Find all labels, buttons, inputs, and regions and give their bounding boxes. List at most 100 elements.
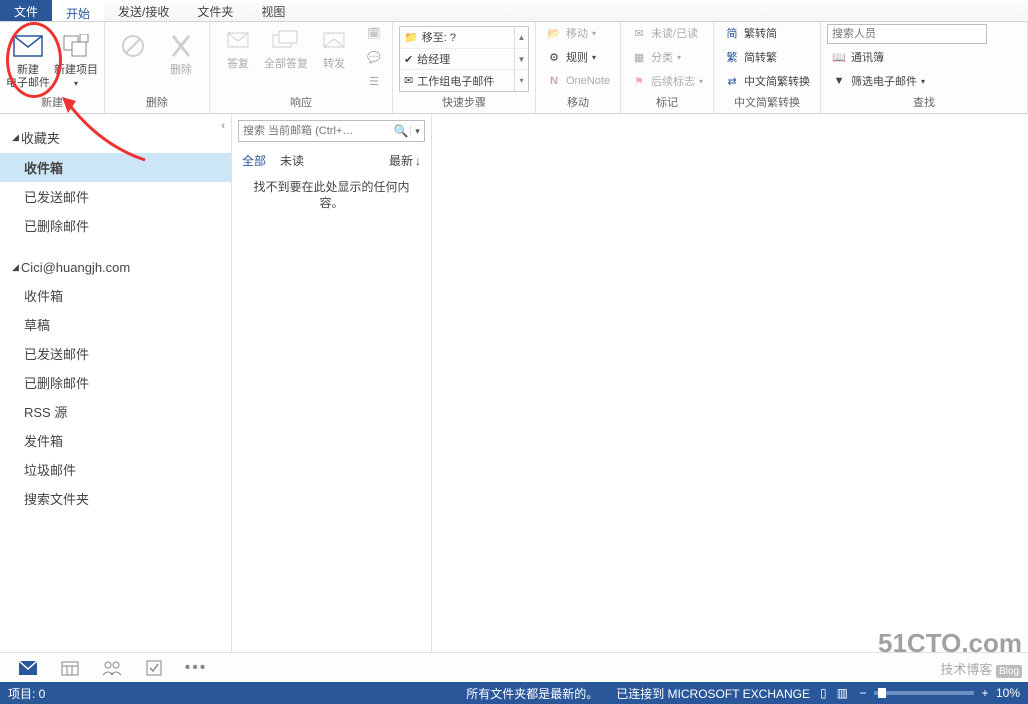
ribbon: 新建 电子邮件 新建项目▾ 新建 删除 xyxy=(0,22,1028,114)
reading-pane xyxy=(432,114,1028,652)
qs-move-to[interactable]: 📁移至: ? xyxy=(400,27,514,49)
more-respond-button[interactable]: ☰ xyxy=(362,70,386,92)
onenote-button[interactable]: NOneNote xyxy=(542,70,614,92)
more-icon: ☰ xyxy=(366,73,382,89)
char-traditional-icon: 繁 xyxy=(724,49,740,65)
zoom-in-button[interactable]: + xyxy=(980,686,990,700)
reply-all-button[interactable]: 全部答复 xyxy=(264,22,308,71)
qs-more[interactable]: ▾ xyxy=(515,70,528,91)
nav-item-search-folders[interactable]: 搜索文件夹 xyxy=(0,484,231,513)
qs-down[interactable]: ▼ xyxy=(515,49,528,71)
tab-file[interactable]: 文件 xyxy=(0,0,52,21)
nav-tasks-icon[interactable] xyxy=(144,658,164,678)
account-header[interactable]: ◢Cici@huangjh.com xyxy=(0,254,231,281)
reply-icon xyxy=(222,24,254,56)
zoom-out-button[interactable]: − xyxy=(858,686,868,700)
move-button[interactable]: 📂移动 ▾ xyxy=(542,22,614,44)
nav-item-deleted-fav[interactable]: 已删除邮件 xyxy=(0,211,231,240)
nav-more-icon[interactable]: ••• xyxy=(186,658,206,678)
group-quick-steps: 📁移至: ? ✔给经理 ✉工作组电子邮件 ▲▼▾ 快速步骤 xyxy=(393,22,536,113)
group-find: 📖通讯簿 ▼筛选电子邮件 ▾ 查找 xyxy=(821,22,1028,113)
forward-icon xyxy=(318,24,350,56)
nav-item-inbox-fav[interactable]: 收件箱 xyxy=(0,153,231,182)
onenote-icon: N xyxy=(546,73,562,89)
chevron-down-icon: ◢ xyxy=(12,132,19,143)
group-move: 📂移动 ▾ ⚙规则 ▾ NOneNote 移动 xyxy=(536,22,621,113)
zoom-value: 10% xyxy=(996,686,1020,700)
group-new: 新建 电子邮件 新建项目▾ 新建 xyxy=(0,22,105,113)
nav-item-inbox[interactable]: 收件箱 xyxy=(0,281,231,310)
tab-send-receive[interactable]: 发送/接收 xyxy=(104,0,183,21)
nav-item-sent-fav[interactable]: 已发送邮件 xyxy=(0,182,231,211)
status-sync: 所有文件夹都是最新的。 xyxy=(466,685,598,702)
nav-people-icon[interactable] xyxy=(102,658,122,678)
fan-to-jian-button[interactable]: 简繁转简 xyxy=(720,22,814,44)
new-item-icon xyxy=(60,30,92,62)
filter-email-button[interactable]: ▼筛选电子邮件 ▾ xyxy=(827,70,929,92)
nav-item-rss[interactable]: RSS 源 xyxy=(0,397,231,426)
filter-all[interactable]: 全部 xyxy=(242,152,266,169)
zoom-control[interactable]: − + 10% xyxy=(858,686,1020,700)
follow-up-button[interactable]: ⚑后续标志 ▾ xyxy=(627,70,707,92)
nav-item-sent[interactable]: 已发送邮件 xyxy=(0,339,231,368)
search-icon[interactable]: 🔍 xyxy=(392,124,410,138)
meeting-icon: 🗓 xyxy=(366,25,382,41)
search-mailbox-input[interactable] xyxy=(239,125,392,137)
forward-button[interactable]: 转发 xyxy=(312,22,356,71)
meeting-button[interactable]: 🗓 xyxy=(362,22,386,44)
chinese-convert-button[interactable]: ⇄中文简繁转换 xyxy=(720,70,814,92)
favorites-header[interactable]: ◢收藏夹 xyxy=(0,122,231,153)
filter-icon: ▼ xyxy=(831,73,847,89)
qs-team-email[interactable]: ✉工作组电子邮件 xyxy=(400,70,514,91)
group-respond: 答复 全部答复 转发 🗓 💬 ☰ 响应 xyxy=(210,22,393,113)
status-item-count: 项目: 0 xyxy=(8,685,45,702)
zoom-slider[interactable] xyxy=(874,691,974,695)
tab-home[interactable]: 开始 xyxy=(52,0,104,21)
ignore-icon xyxy=(117,30,149,62)
status-bar: 项目: 0 所有文件夹都是最新的。 已连接到 MICROSOFT EXCHANG… xyxy=(0,682,1028,704)
rules-button[interactable]: ⚙规则 ▾ xyxy=(542,46,614,68)
nav-calendar-icon[interactable] xyxy=(60,658,80,678)
filter-unread[interactable]: 未读 xyxy=(280,152,304,169)
sort-newest[interactable]: 最新 ↓ xyxy=(389,152,421,169)
view-reading-icon[interactable]: ▥ xyxy=(837,686,848,700)
list-filter-row: 全部 未读 最新 ↓ xyxy=(232,148,431,173)
group-delete: 删除 删除 xyxy=(105,22,210,113)
message-list-pane: 🔍 ▾ 全部 未读 最新 ↓ 找不到要在此处显示的任何内容。 xyxy=(232,114,432,652)
bottom-nav-bar: ••• xyxy=(0,652,1028,682)
move-icon: 📂 xyxy=(546,25,562,41)
nav-collapse-button[interactable]: ‹ xyxy=(221,120,225,132)
mail-icon: ✉ xyxy=(404,74,413,87)
quick-steps-gallery[interactable]: 📁移至: ? ✔给经理 ✉工作组电子邮件 ▲▼▾ xyxy=(399,26,529,92)
search-people-input[interactable] xyxy=(827,24,987,44)
nav-item-junk[interactable]: 垃圾邮件 xyxy=(0,455,231,484)
new-item-button[interactable]: 新建项目▾ xyxy=(54,28,98,90)
chat-icon: 💬 xyxy=(366,49,382,65)
unread-read-button[interactable]: ✉未读/已读 xyxy=(627,22,707,44)
view-normal-icon[interactable]: ▯ xyxy=(820,686,827,700)
delete-button[interactable]: 删除 xyxy=(159,28,203,77)
chevron-down-icon: ◢ xyxy=(12,262,19,273)
ribbon-tabs: 文件 开始 发送/接收 文件夹 视图 xyxy=(0,0,1028,22)
nav-item-deleted[interactable]: 已删除邮件 xyxy=(0,368,231,397)
flag-icon: ⚑ xyxy=(631,73,647,89)
address-book-button[interactable]: 📖通讯簿 xyxy=(827,46,888,68)
reply-all-icon xyxy=(270,24,302,56)
address-book-icon: 📖 xyxy=(831,49,847,65)
nav-mail-icon[interactable] xyxy=(18,658,38,678)
qs-to-manager[interactable]: ✔给经理 xyxy=(400,49,514,71)
reply-button[interactable]: 答复 xyxy=(216,22,260,71)
search-mailbox[interactable]: 🔍 ▾ xyxy=(238,120,425,142)
categorize-button[interactable]: ▦分类 ▾ xyxy=(627,46,707,68)
im-button[interactable]: 💬 xyxy=(362,46,386,68)
qs-up[interactable]: ▲ xyxy=(515,27,528,49)
new-email-button[interactable]: 新建 电子邮件 xyxy=(6,28,50,90)
arrow-down-icon: ↓ xyxy=(415,154,421,168)
folder-move-icon: 📁 xyxy=(404,31,418,44)
empty-message: 找不到要在此处显示的任何内容。 xyxy=(232,173,431,217)
search-scope-dropdown[interactable]: ▾ xyxy=(410,126,424,137)
nav-item-drafts[interactable]: 草稿 xyxy=(0,310,231,339)
ignore-button[interactable] xyxy=(111,28,155,62)
jian-to-fan-button[interactable]: 繁简转繁 xyxy=(720,46,814,68)
nav-item-outbox[interactable]: 发件箱 xyxy=(0,426,231,455)
